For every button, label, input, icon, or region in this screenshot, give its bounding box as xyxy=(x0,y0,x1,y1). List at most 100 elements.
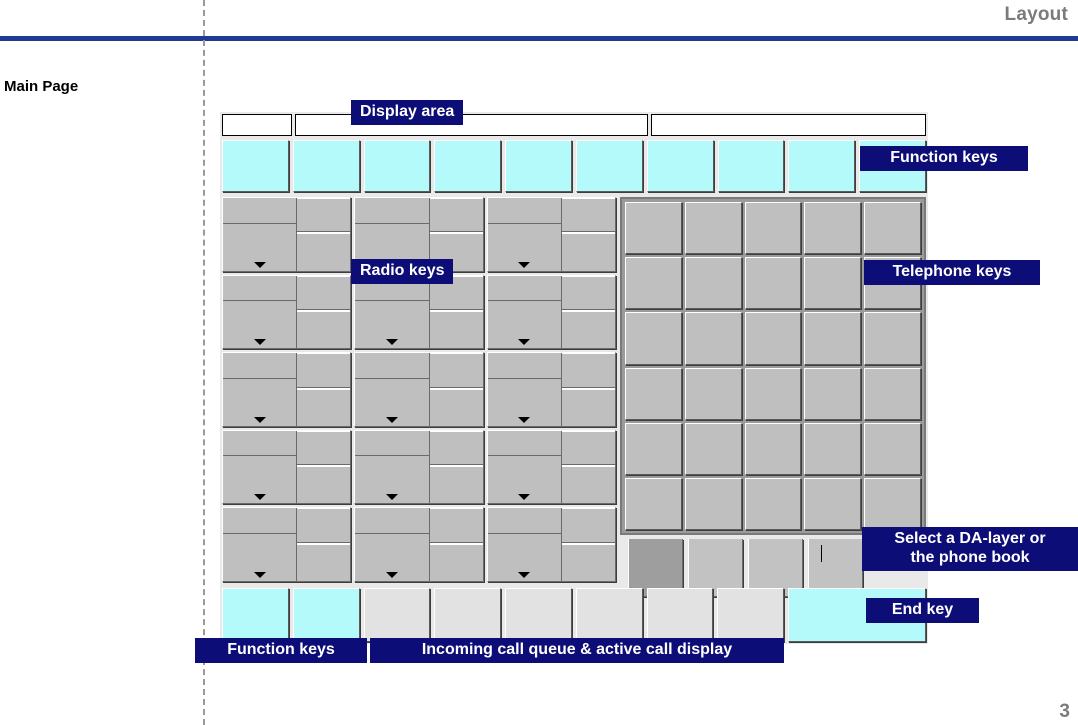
function-key-top[interactable] xyxy=(505,140,572,192)
function-key-top[interactable] xyxy=(646,140,714,192)
chevron-down-icon[interactable] xyxy=(253,261,266,268)
radio-key[interactable] xyxy=(486,352,616,427)
telephone-key[interactable] xyxy=(625,367,682,420)
telephone-key[interactable] xyxy=(864,367,921,420)
radio-key-left[interactable] xyxy=(355,353,430,426)
radio-key-select[interactable] xyxy=(355,456,428,503)
radio-key-left[interactable] xyxy=(223,198,298,271)
telephone-key[interactable] xyxy=(804,202,862,255)
chevron-down-icon[interactable] xyxy=(253,571,266,578)
radio-key-select[interactable] xyxy=(355,534,428,581)
radio-key-left[interactable] xyxy=(355,275,430,349)
radio-key-select[interactable] xyxy=(488,379,561,426)
telephone-key[interactable] xyxy=(864,422,921,475)
telephone-key[interactable] xyxy=(804,312,862,365)
function-key-top[interactable] xyxy=(575,140,643,192)
radio-key[interactable] xyxy=(222,507,352,582)
radio-key-right[interactable] xyxy=(297,276,351,349)
telephone-key[interactable] xyxy=(864,477,921,530)
radio-key-right[interactable] xyxy=(297,353,351,426)
chevron-down-icon[interactable] xyxy=(518,571,531,578)
radio-key-right[interactable] xyxy=(561,431,615,504)
radio-key[interactable] xyxy=(222,274,352,350)
radio-key-select[interactable] xyxy=(223,224,296,271)
radio-key-left[interactable] xyxy=(223,508,298,581)
radio-key[interactable] xyxy=(486,507,616,582)
function-key-top[interactable] xyxy=(222,140,289,192)
radio-key-select[interactable] xyxy=(355,301,428,348)
telephone-key[interactable] xyxy=(684,367,742,420)
radio-key-left[interactable] xyxy=(487,198,562,271)
chevron-down-icon[interactable] xyxy=(253,494,266,501)
chevron-down-icon[interactable] xyxy=(518,261,531,268)
chevron-down-icon[interactable] xyxy=(385,339,398,346)
radio-key-select[interactable] xyxy=(223,456,296,503)
function-key-top[interactable] xyxy=(717,140,785,192)
radio-key-left[interactable] xyxy=(487,353,562,426)
radio-key[interactable] xyxy=(222,429,352,505)
chevron-down-icon[interactable] xyxy=(385,494,398,501)
radio-key-right[interactable] xyxy=(429,508,483,581)
telephone-key[interactable] xyxy=(684,312,742,365)
call-queue-key[interactable] xyxy=(434,588,501,642)
radio-key[interactable] xyxy=(222,352,352,427)
call-queue-key[interactable] xyxy=(646,588,714,642)
call-queue-key[interactable] xyxy=(363,588,431,642)
radio-key-select[interactable] xyxy=(223,534,296,581)
telephone-key[interactable] xyxy=(744,257,802,310)
radio-key-left[interactable] xyxy=(355,508,430,581)
radio-key-left[interactable] xyxy=(487,508,562,581)
radio-key-right[interactable] xyxy=(561,276,615,349)
function-key-top[interactable] xyxy=(788,140,856,192)
radio-key-left[interactable] xyxy=(355,430,430,504)
telephone-key[interactable] xyxy=(744,477,802,530)
radio-key[interactable] xyxy=(354,352,484,427)
radio-key-right[interactable] xyxy=(297,431,351,504)
function-key-top[interactable] xyxy=(363,140,431,192)
radio-key-right[interactable] xyxy=(429,431,483,504)
radio-key-right[interactable] xyxy=(429,276,483,349)
call-queue-key[interactable] xyxy=(505,588,572,642)
chevron-down-icon[interactable] xyxy=(385,416,398,423)
telephone-key[interactable] xyxy=(625,257,682,310)
radio-key-select[interactable] xyxy=(355,379,428,426)
call-queue-key[interactable] xyxy=(575,588,643,642)
function-key-top[interactable] xyxy=(434,140,502,192)
telephone-key[interactable] xyxy=(744,367,802,420)
telephone-key[interactable] xyxy=(744,312,802,365)
chevron-down-icon[interactable] xyxy=(518,494,531,501)
chevron-down-icon[interactable] xyxy=(253,339,266,346)
radio-key-right[interactable] xyxy=(561,198,615,271)
telephone-key[interactable] xyxy=(804,477,862,530)
telephone-key[interactable] xyxy=(864,312,921,365)
telephone-key[interactable] xyxy=(744,202,802,255)
telephone-key[interactable] xyxy=(625,477,682,530)
radio-key-left[interactable] xyxy=(223,275,298,349)
radio-key-left[interactable] xyxy=(223,430,298,504)
call-queue-key[interactable] xyxy=(717,588,784,642)
radio-key-select[interactable] xyxy=(488,456,561,503)
telephone-key[interactable] xyxy=(684,202,742,255)
radio-key-left[interactable] xyxy=(487,430,562,504)
telephone-key[interactable] xyxy=(804,367,862,420)
radio-key-left[interactable] xyxy=(223,353,298,426)
function-key-bottom[interactable] xyxy=(222,588,289,642)
telephone-key[interactable] xyxy=(864,202,921,255)
telephone-key[interactable] xyxy=(804,422,862,475)
function-key-bottom[interactable] xyxy=(292,588,360,642)
radio-key[interactable] xyxy=(354,274,484,350)
radio-key-select[interactable] xyxy=(488,301,561,348)
radio-key-select[interactable] xyxy=(223,379,296,426)
telephone-key[interactable] xyxy=(625,422,682,475)
radio-key-select[interactable] xyxy=(488,534,561,581)
radio-key-right[interactable] xyxy=(297,508,351,581)
radio-key[interactable] xyxy=(354,429,484,505)
chevron-down-icon[interactable] xyxy=(518,416,531,423)
radio-key[interactable] xyxy=(222,197,352,272)
function-key-top[interactable] xyxy=(292,140,360,192)
telephone-key[interactable] xyxy=(684,477,742,530)
telephone-key[interactable] xyxy=(804,257,862,310)
telephone-key[interactable] xyxy=(744,422,802,475)
radio-key-select[interactable] xyxy=(223,301,296,348)
radio-key-right[interactable] xyxy=(561,353,615,426)
